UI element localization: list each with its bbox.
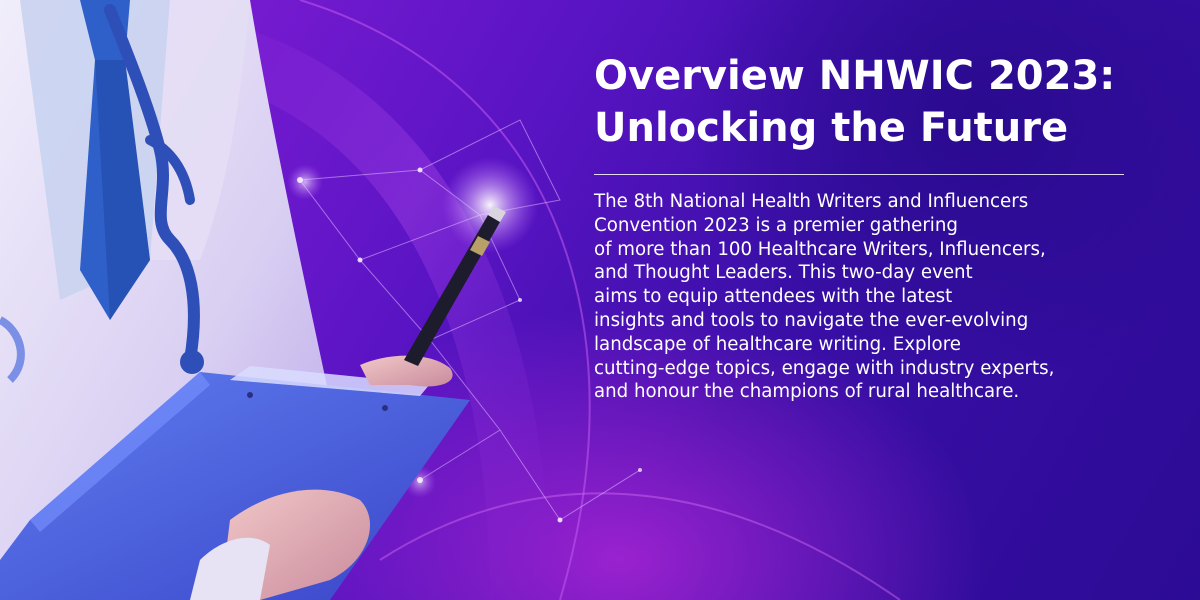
event-description: The 8th National Health Writers and Infl… — [594, 190, 1164, 404]
description-line: cutting-edge topics, engage with industr… — [594, 357, 1055, 379]
description-line: aims to equip attendees with the latest — [594, 286, 953, 308]
page-title-line-1: Overview NHWIC 2023: — [594, 53, 1116, 99]
description-line: The 8th National Health Writers and Infl… — [594, 191, 1029, 212]
description-line: and Thought Leaders. This two-day event — [594, 262, 973, 284]
description-line: landscape of healthcare writing. Explore — [594, 333, 961, 355]
description-line: of more than 100 Healthcare Writers, Inf… — [594, 238, 1046, 260]
description-line: Convention 2023 is a premier gathering — [594, 214, 958, 236]
page-title: Overview NHWIC 2023: Unlocking the Futur… — [594, 50, 1174, 154]
page-title-line-2: Unlocking the Future — [594, 105, 1069, 151]
description-line: insights and tools to navigate the ever-… — [594, 309, 1029, 331]
title-divider — [594, 174, 1124, 175]
promo-banner: Overview NHWIC 2023: Unlocking the Futur… — [0, 0, 1200, 600]
description-line: and honour the champions of rural health… — [594, 381, 1020, 403]
